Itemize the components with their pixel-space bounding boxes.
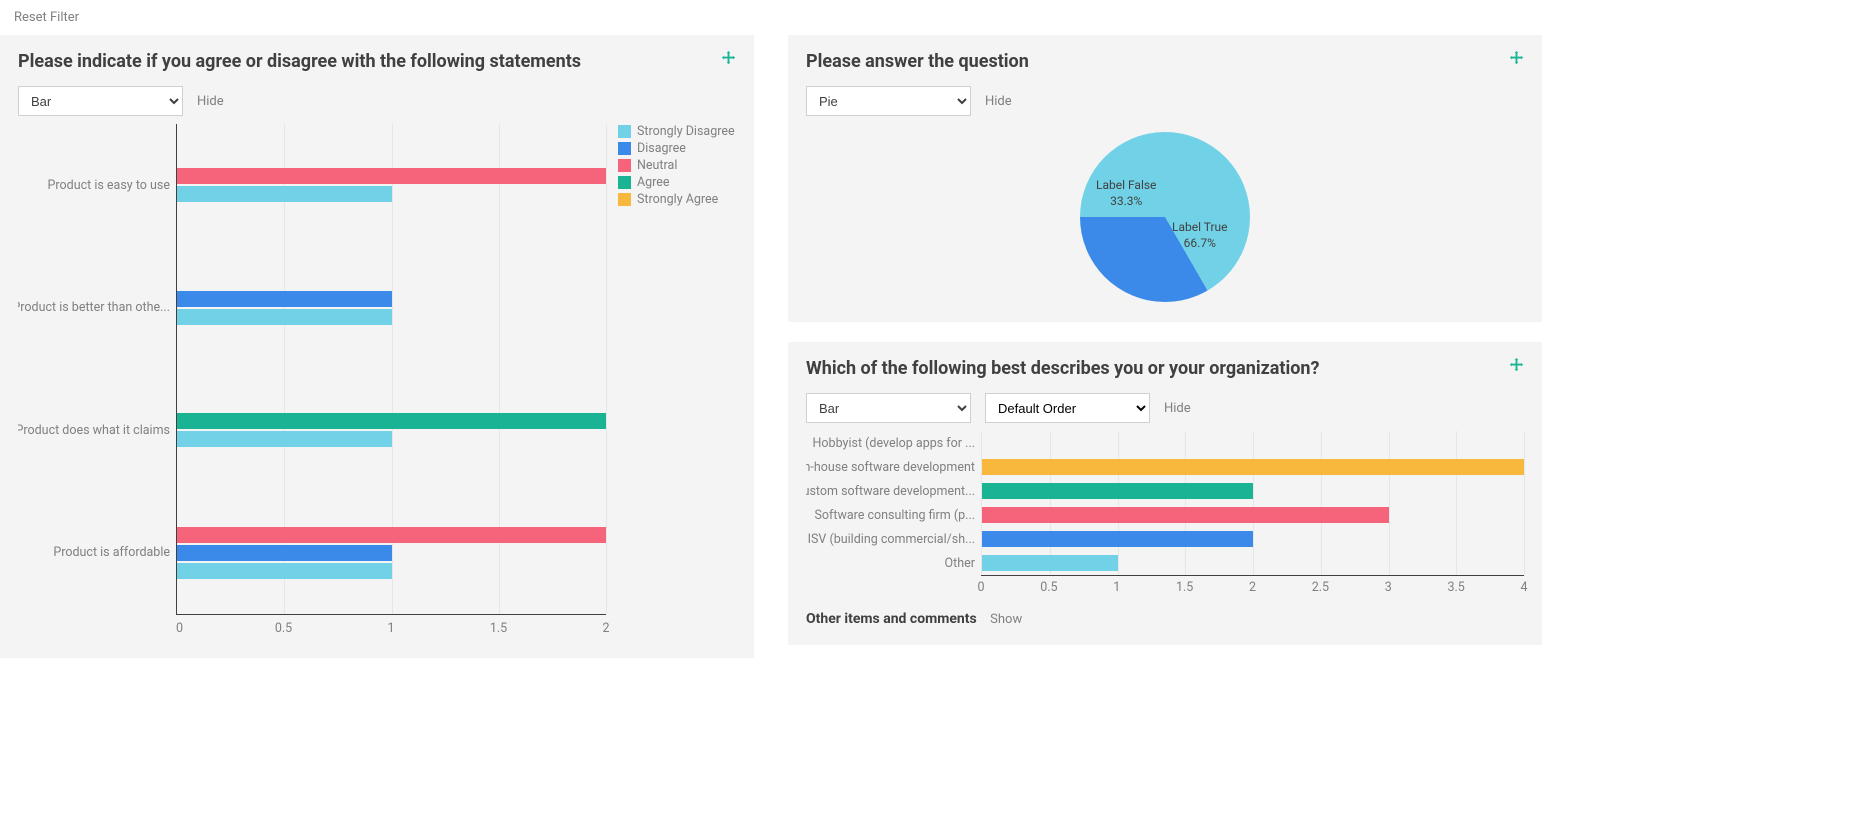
panel-title: Which of the following best describes yo… bbox=[806, 358, 1524, 379]
pie-slice-label-true: Label True66.7% bbox=[1172, 220, 1228, 251]
x-axis-tick: 1 bbox=[1113, 580, 1120, 595]
x-axis-tick: 0 bbox=[977, 580, 984, 595]
bar bbox=[177, 545, 392, 561]
bar bbox=[982, 507, 1389, 523]
legend-item: Neutral bbox=[618, 158, 736, 173]
bar bbox=[982, 555, 1118, 571]
legend-label: Neutral bbox=[637, 158, 677, 173]
y-axis-label: Product does what it claims bbox=[18, 369, 176, 492]
bar bbox=[177, 413, 606, 429]
x-axis-tick: 2 bbox=[1249, 580, 1256, 595]
x-axis-tick: 3.5 bbox=[1447, 580, 1464, 595]
show-link[interactable]: Show bbox=[990, 612, 1022, 627]
y-axis-label: Product is better than othe... bbox=[18, 247, 176, 370]
legend-swatch bbox=[618, 159, 631, 172]
bar bbox=[177, 563, 392, 579]
hide-link[interactable]: Hide bbox=[197, 94, 224, 109]
x-axis-tick: 1.5 bbox=[1176, 580, 1193, 595]
legend-label: Disagree bbox=[637, 141, 686, 156]
legend-swatch bbox=[618, 142, 631, 155]
panel-title: Please answer the question bbox=[806, 51, 1524, 72]
legend-label: Strongly Disagree bbox=[637, 124, 735, 139]
legend-label: Strongly Agree bbox=[637, 192, 718, 207]
legend-swatch bbox=[618, 193, 631, 206]
bar bbox=[982, 483, 1253, 499]
order-select[interactable]: Default Order bbox=[985, 393, 1150, 423]
y-axis-label: ISV (building commercial/sh... bbox=[806, 527, 981, 551]
other-items-label: Other items and comments bbox=[806, 611, 977, 627]
bar bbox=[177, 527, 606, 543]
x-axis-tick: 4 bbox=[1520, 580, 1527, 595]
hide-link[interactable]: Hide bbox=[985, 94, 1012, 109]
y-axis-label: Other bbox=[806, 551, 981, 575]
x-axis-tick: 0 bbox=[176, 621, 183, 636]
chart-type-select[interactable]: Pie bbox=[806, 86, 971, 116]
panel-org: Which of the following best describes yo… bbox=[788, 342, 1542, 645]
x-axis-tick: 3 bbox=[1385, 580, 1392, 595]
x-axis-tick: 2.5 bbox=[1312, 580, 1329, 595]
chart-legend: Strongly Disagree Disagree Neutral Agree Str… bbox=[606, 124, 736, 640]
pie-slice-label-false: Label False33.3% bbox=[1096, 178, 1156, 209]
x-axis-tick: 0.5 bbox=[1040, 580, 1057, 595]
panel-title: Please indicate if you agree or disagree… bbox=[18, 51, 736, 72]
y-axis-label: Product is easy to use bbox=[18, 124, 176, 247]
move-icon[interactable] bbox=[1509, 51, 1524, 66]
y-axis-label: Product is affordable bbox=[18, 492, 176, 615]
bar bbox=[177, 186, 392, 202]
x-axis-tick: 1 bbox=[387, 621, 394, 636]
legend-swatch bbox=[618, 125, 631, 138]
bar bbox=[177, 168, 606, 184]
pie-chart: Label False33.3% Label True66.7% bbox=[1080, 132, 1250, 302]
bar bbox=[982, 459, 1524, 475]
reset-filter-link[interactable]: Reset Filter bbox=[14, 10, 79, 25]
hide-link[interactable]: Hide bbox=[1164, 401, 1191, 416]
x-axis-tick: 2 bbox=[602, 621, 609, 636]
legend-item: Strongly Disagree bbox=[618, 124, 736, 139]
panel-pie: Please answer the question Pie Hide Labe… bbox=[788, 35, 1542, 322]
y-axis-label: In-house software development bbox=[806, 455, 981, 479]
legend-label: Agree bbox=[637, 175, 670, 190]
chart-type-select[interactable]: Bar bbox=[806, 393, 971, 423]
bar bbox=[982, 531, 1253, 547]
move-icon[interactable] bbox=[721, 51, 736, 66]
chart-type-select[interactable]: Bar bbox=[18, 86, 183, 116]
legend-item: Disagree bbox=[618, 141, 736, 156]
y-axis-label: Hobbyist (develop apps for ... bbox=[806, 431, 981, 455]
bar bbox=[177, 309, 392, 325]
legend-item: Agree bbox=[618, 175, 736, 190]
legend-item: Strongly Agree bbox=[618, 192, 736, 207]
y-axis-label: Software consulting firm (p... bbox=[806, 503, 981, 527]
y-axis-label: Custom software development... bbox=[806, 479, 981, 503]
panel-likert: Please indicate if you agree or disagree… bbox=[0, 35, 754, 658]
legend-swatch bbox=[618, 176, 631, 189]
move-icon[interactable] bbox=[1509, 358, 1524, 373]
x-axis-tick: 1.5 bbox=[490, 621, 507, 636]
bar bbox=[177, 431, 392, 447]
bar bbox=[177, 291, 392, 307]
x-axis-tick: 0.5 bbox=[275, 621, 292, 636]
